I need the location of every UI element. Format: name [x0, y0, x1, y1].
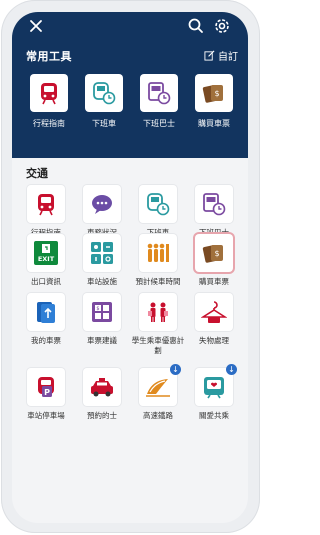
grid-item-station-facilities[interactable]: 車站設施	[74, 234, 130, 287]
fav-label: 下班巴士	[143, 119, 175, 128]
grid-item-label: 我的車票	[31, 336, 61, 345]
grid-item-student-concession[interactable]: 學生乘車優惠計劃	[130, 293, 186, 356]
grid-item-label: 購買車票	[199, 277, 229, 286]
grid-item-label: 出口資訊	[31, 277, 61, 286]
grid-item-station-car-park[interactable]: P 車站停車場	[18, 368, 74, 421]
next-train-icon	[85, 74, 123, 112]
grid-item-service-status[interactable]: 車務狀況	[74, 185, 130, 238]
grid-item-label: 車站停車場	[27, 411, 65, 420]
lost-property-icon	[195, 293, 233, 331]
speech-bubble-icon	[83, 185, 121, 223]
grid-item-next-train[interactable]: 下班車	[130, 185, 186, 238]
student-icon	[139, 293, 177, 331]
grid-item-label: 失物處理	[199, 336, 229, 345]
grid-item-journey-planner[interactable]: 行程指南	[18, 185, 74, 238]
next-train-icon	[139, 185, 177, 223]
edit-icon	[204, 50, 215, 61]
grid-item-label: 預計候車時間	[135, 277, 181, 286]
favorites-title: 常用工具	[26, 50, 72, 63]
svg-text:$: $	[96, 306, 99, 312]
grid-item-my-tickets[interactable]: 我的車票	[18, 293, 74, 346]
next-bus-icon	[195, 185, 233, 223]
customize-button[interactable]: 自訂	[204, 48, 238, 63]
app-screen: 常用工具 自訂 行程指南 下班車 下班巴士 $ 購買車票 交通 行程指南 車務狀…	[12, 12, 248, 523]
grid-item-label: 車站設施	[87, 277, 117, 286]
grid-item-label: 關愛共乘	[199, 411, 229, 420]
download-badge-icon: ↓	[170, 364, 181, 375]
my-ticket-icon	[27, 293, 65, 331]
grid-item-next-bus[interactable]: 下班巴士	[186, 185, 242, 238]
grid-item-waiting-time[interactable]: 預計候車時間	[130, 234, 186, 287]
grid-item-lost-property[interactable]: 失物處理	[186, 293, 242, 346]
caring-ride-icon: ↓	[195, 364, 237, 406]
grid-item-label: 預約的士	[87, 411, 117, 420]
search-icon[interactable]	[186, 16, 206, 36]
svg-text:$: $	[214, 249, 219, 258]
grid-item-label: 高速鐵路	[143, 411, 173, 420]
close-icon[interactable]	[26, 16, 46, 36]
high-speed-rail-icon: ↓	[139, 364, 181, 406]
fav-label: 購買車票	[198, 119, 230, 128]
fav-item-buy-ticket[interactable]: $ 購買車票	[188, 74, 240, 129]
customize-label: 自訂	[218, 52, 238, 63]
fav-item-journey-planner[interactable]: 行程指南	[23, 74, 75, 129]
grid-item-label: 車票建議	[87, 336, 117, 345]
fav-label: 行程指南	[33, 119, 65, 128]
exit-sign-text: EXIT	[38, 255, 55, 263]
fav-label: 下班車	[92, 119, 116, 128]
exit-sign-icon: EXIT	[27, 234, 65, 272]
gear-icon[interactable]	[212, 16, 232, 36]
next-bus-icon	[140, 74, 178, 112]
section-title-transport: 交通	[26, 167, 48, 180]
grid-item-fare-advice[interactable]: $ 車票建議	[74, 293, 130, 346]
fare-calculator-icon: $	[83, 293, 121, 331]
svg-text:P: P	[44, 388, 50, 397]
car-park-icon: P	[27, 368, 65, 406]
svg-text:$: $	[214, 89, 219, 98]
grid-item-high-speed-rail[interactable]: ↓ 高速鐵路	[130, 364, 186, 421]
ticket-purchase-icon: $	[195, 234, 233, 272]
ticket-purchase-icon: $	[195, 74, 233, 112]
taxi-icon	[83, 368, 121, 406]
fav-item-next-train[interactable]: 下班車	[78, 74, 130, 129]
download-badge-icon: ↓	[226, 364, 237, 375]
grid-item-book-taxi[interactable]: 預約的士	[74, 368, 130, 421]
grid-item-buy-ticket[interactable]: $ 購買車票	[186, 234, 242, 287]
fav-item-next-bus[interactable]: 下班巴士	[133, 74, 185, 129]
train-icon	[30, 74, 68, 112]
train-icon	[27, 185, 65, 223]
facilities-icon	[83, 234, 121, 272]
waiting-people-icon	[139, 234, 177, 272]
grid-item-caring-ride[interactable]: ↓ 關愛共乘	[186, 364, 242, 421]
grid-item-exit-info[interactable]: EXIT 出口資訊	[18, 234, 74, 287]
favorites-row: 行程指南 下班車 下班巴士 $ 購買車票	[12, 74, 248, 150]
grid-item-label: 學生乘車優惠計劃	[131, 336, 185, 355]
